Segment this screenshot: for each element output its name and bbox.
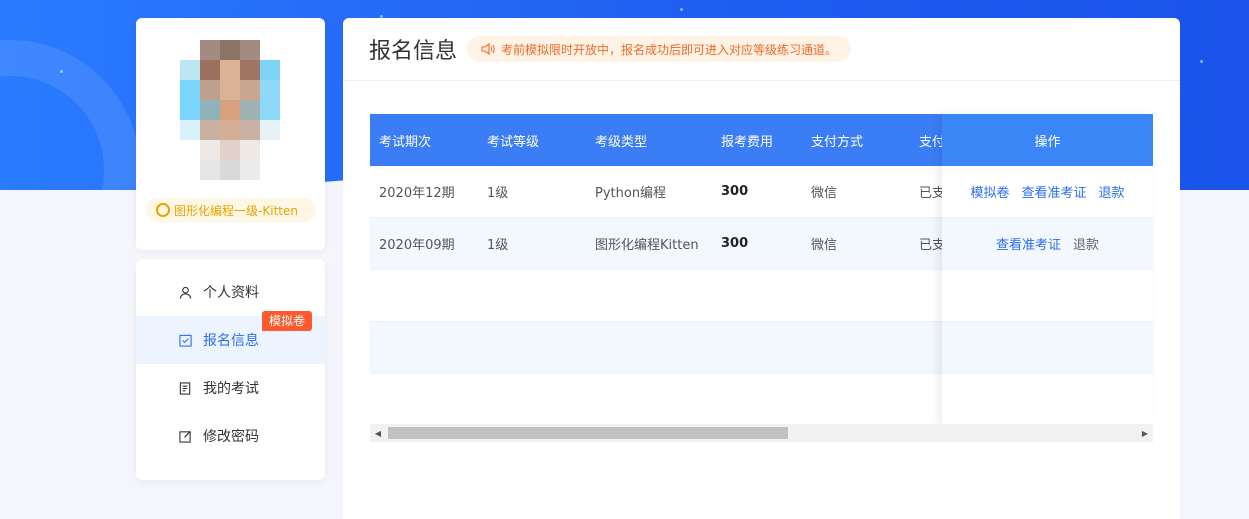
column-header: 考级类型 [595, 134, 648, 150]
refund-link[interactable]: 退款 [1099, 182, 1125, 201]
menu-item-label: 报名信息 [203, 333, 259, 349]
cell-period: 2020年12期 [379, 186, 455, 201]
menu-item-my-exams[interactable]: 我的考试 [136, 364, 325, 412]
decorative-dot [1200, 60, 1203, 63]
avatar-pixel [260, 60, 280, 80]
avatar-pixel [200, 40, 220, 60]
side-menu: 个人资料 报名信息 模拟卷 我的考试 修改密码 [136, 259, 325, 480]
cell-type: 图形化编程Kitten [595, 238, 699, 253]
cell-fee: 300 [721, 236, 749, 251]
cell-pay-method: 微信 [811, 186, 838, 201]
profile-card: 图形化编程一级-Kitten [136, 18, 325, 250]
refund-link[interactable]: 退款 [1073, 234, 1099, 253]
avatar-pixel [260, 140, 280, 160]
avatar-pixel [220, 160, 240, 180]
panel-header: 报名信息 考前模拟限时开放中，报名成功后即可进入对应等级练习通道。 [343, 18, 1180, 81]
avatar-pixel [220, 140, 240, 160]
menu-item-profile[interactable]: 个人资料 [136, 268, 325, 316]
avatar-pixel [220, 60, 240, 80]
avatar-pixel [240, 60, 260, 80]
notice-text: 考前模拟限时开放中，报名成功后即可进入对应等级练习通道。 [501, 42, 838, 57]
avatar-pixel [180, 80, 200, 100]
column-header: 报考费用 [721, 134, 774, 150]
cell-fee: 300 [721, 184, 749, 199]
menu-item-change-password[interactable]: 修改密码 [136, 412, 325, 460]
page-title: 报名信息 [369, 39, 458, 64]
cell-pay-method: 微信 [811, 238, 838, 253]
avatar-pixel [200, 140, 220, 160]
exam-paper-icon [179, 381, 191, 395]
level-badge: 图形化编程一级-Kitten [146, 198, 316, 222]
menu-item-label: 修改密码 [203, 429, 259, 445]
avatar-pixel [260, 40, 280, 60]
avatar-pixel [200, 60, 220, 80]
ops-row-empty [942, 270, 1153, 322]
avatar-pixel [260, 80, 280, 100]
medal-icon [156, 203, 170, 217]
avatar-pixel [200, 100, 220, 120]
notice-banner: 考前模拟限时开放中，报名成功后即可进入对应等级练习通道。 [467, 36, 852, 62]
avatar-pixel [220, 120, 240, 140]
avatar-pixel [180, 100, 200, 120]
decorative-circle [0, 40, 140, 190]
menu-item-label: 个人资料 [203, 285, 259, 301]
avatar-pixel [180, 40, 200, 60]
avatar-pixel [240, 80, 260, 100]
view-admission-ticket-link[interactable]: 查看准考证 [996, 234, 1061, 253]
cell-level: 1级 [487, 238, 509, 253]
avatar-pixel [240, 40, 260, 60]
cell-type: Python编程 [595, 186, 667, 201]
horizontal-scrollbar[interactable]: ◀ ▶ [370, 424, 1153, 442]
main-panel: 报名信息 考前模拟限时开放中，报名成功后即可进入对应等级练习通道。 考试期次 考… [343, 18, 1180, 519]
menu-item-registration[interactable]: 报名信息 模拟卷 [136, 311, 325, 364]
scroll-thumb[interactable] [388, 427, 788, 439]
ops-row-empty [942, 322, 1153, 374]
avatar-pixel [180, 60, 200, 80]
column-header: 支付方式 [811, 134, 864, 150]
ops-row: 模拟卷 查看准考证 退款 [942, 166, 1153, 218]
scroll-right-icon[interactable]: ▶ [1137, 429, 1153, 438]
avatar-pixel [240, 120, 260, 140]
checklist-icon [179, 334, 192, 347]
cell-level: 1级 [487, 186, 509, 201]
avatar-pixel [240, 140, 260, 160]
user-icon [179, 286, 192, 299]
ops-row: 查看准考证 退款 [942, 218, 1153, 270]
avatar-pixel [260, 120, 280, 140]
decorative-dot [680, 8, 683, 11]
column-header-ops: 操作 [942, 114, 1153, 166]
operations-column: 操作 模拟卷 查看准考证 退款 查看准考证 退款 [942, 114, 1153, 424]
mock-exam-link[interactable]: 模拟卷 [970, 182, 1009, 201]
mock-exam-tag: 模拟卷 [262, 311, 313, 331]
avatar-pixel [220, 100, 240, 120]
avatar-pixel [240, 160, 260, 180]
avatar-pixel [240, 100, 260, 120]
avatar-pixel [180, 160, 200, 180]
avatar-pixel [260, 160, 280, 180]
decorative-dot [60, 70, 63, 73]
avatar-pixel [200, 80, 220, 100]
avatar-pixel [200, 120, 220, 140]
scroll-left-icon[interactable]: ◀ [370, 429, 386, 438]
edit-icon [179, 430, 191, 443]
column-header: 考试等级 [487, 134, 540, 150]
view-admission-ticket-link[interactable]: 查看准考证 [1021, 182, 1086, 201]
level-badge-text: 图形化编程一级-Kitten [174, 203, 298, 218]
column-header: 考试期次 [379, 134, 432, 150]
avatar[interactable] [180, 40, 280, 190]
avatar-pixel [260, 100, 280, 120]
avatar-pixel [180, 140, 200, 160]
avatar-pixel [200, 160, 220, 180]
avatar-pixel [180, 120, 200, 140]
menu-item-label: 我的考试 [203, 381, 259, 397]
scroll-track[interactable] [386, 424, 1137, 442]
speaker-icon [481, 43, 495, 55]
cell-period: 2020年09期 [379, 238, 455, 253]
avatar-pixel [220, 80, 240, 100]
registration-table: 考试期次 考试等级 考级类型 报考费用 支付方式 支付 2020年12期 1级 … [370, 114, 1153, 444]
avatar-pixel [220, 40, 240, 60]
